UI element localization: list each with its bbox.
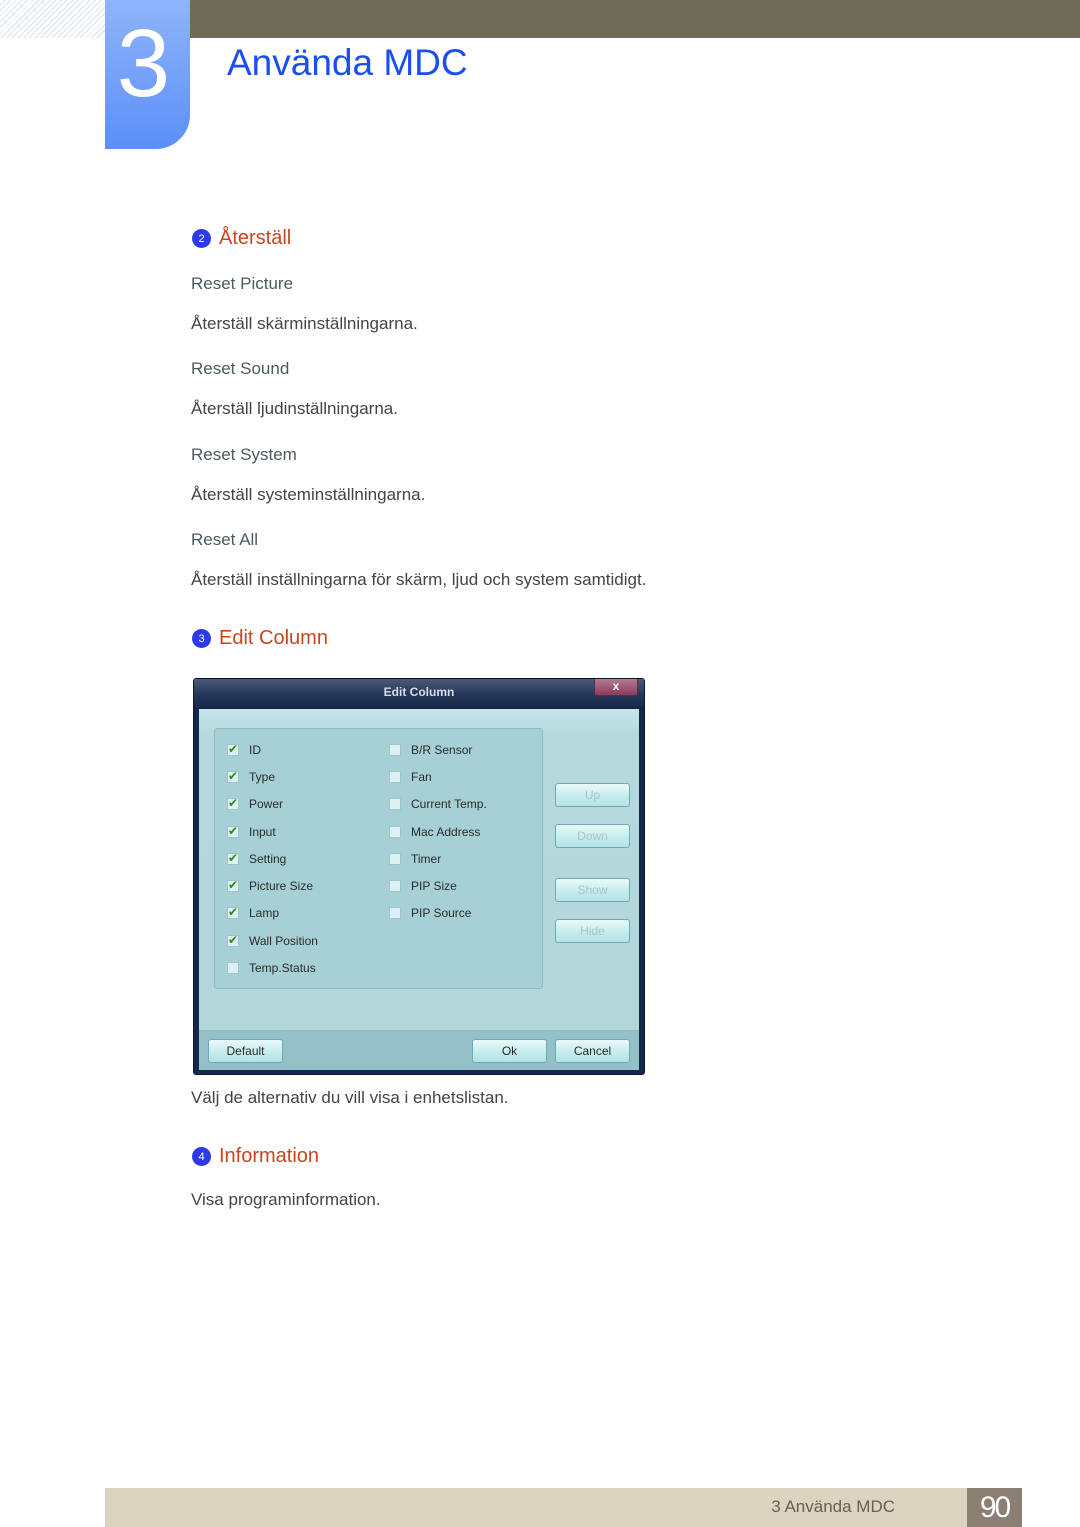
section-heading-edit-column: 3 Edit Column bbox=[192, 627, 328, 650]
column-checklist-panel: ID Type Power Input Setting Picture Size bbox=[214, 728, 543, 989]
section-title: Edit Column bbox=[219, 627, 328, 649]
checkbox-unchecked-icon bbox=[389, 853, 401, 865]
checkbox-br-sensor[interactable]: B/R Sensor bbox=[389, 742, 472, 758]
checkbox-unchecked-icon bbox=[389, 744, 401, 756]
close-icon: x bbox=[612, 679, 620, 693]
checkbox-type[interactable]: Type bbox=[227, 769, 275, 785]
edit-column-caption: Välj de alternativ du vill visa i enhets… bbox=[191, 1088, 509, 1107]
header-bar bbox=[190, 0, 1080, 38]
cancel-button[interactable]: Cancel bbox=[555, 1039, 630, 1063]
chapter-tab: 3 bbox=[105, 0, 190, 149]
checkbox-lamp[interactable]: Lamp bbox=[227, 905, 279, 921]
checkbox-setting[interactable]: Setting bbox=[227, 851, 286, 867]
footer-chapter-label: 3 Använda MDC bbox=[771, 1497, 895, 1516]
checkbox-unchecked-icon bbox=[389, 880, 401, 892]
checkbox-power[interactable]: Power bbox=[227, 796, 283, 812]
subheading-reset-sound: Reset Sound bbox=[191, 359, 290, 378]
checkbox-picture-size[interactable]: Picture Size bbox=[227, 878, 313, 894]
checkbox-id[interactable]: ID bbox=[227, 742, 261, 758]
section-title: Information bbox=[219, 1145, 320, 1167]
checkbox-wall-position[interactable]: Wall Position bbox=[227, 933, 318, 949]
header-hatch-decoration bbox=[0, 0, 105, 38]
checkbox-checked-icon bbox=[227, 851, 239, 865]
checkbox-label: Timer bbox=[411, 852, 442, 866]
close-button[interactable]: x bbox=[594, 679, 638, 696]
description-reset-picture: Återställ skärminställningarna. bbox=[191, 314, 418, 333]
checkbox-current-temp[interactable]: Current Temp. bbox=[389, 796, 487, 812]
chapter-number: 3 bbox=[116, 10, 171, 117]
checkbox-label: Wall Position bbox=[249, 934, 318, 948]
checkbox-pip-source[interactable]: PIP Source bbox=[389, 905, 471, 921]
checkbox-label: Input bbox=[249, 825, 276, 839]
checkbox-input[interactable]: Input bbox=[227, 824, 276, 840]
hide-button[interactable]: Hide bbox=[555, 919, 630, 943]
checkbox-checked-icon bbox=[227, 905, 239, 919]
dialog-footer: Default Ok Cancel bbox=[199, 1030, 639, 1070]
ok-button[interactable]: Ok bbox=[472, 1039, 547, 1063]
show-button[interactable]: Show bbox=[555, 878, 630, 902]
default-button[interactable]: Default bbox=[208, 1039, 283, 1063]
description-reset-all: Återställ inställningarna för skärm, lju… bbox=[191, 570, 647, 589]
step-number-badge: 3 bbox=[192, 629, 211, 648]
description-reset-sound: Återställ ljudinställningarna. bbox=[191, 399, 398, 418]
step-number-badge: 2 bbox=[192, 229, 211, 248]
checkbox-label: Setting bbox=[249, 852, 287, 866]
checkbox-label: Picture Size bbox=[249, 879, 314, 893]
checkbox-checked-icon bbox=[227, 742, 239, 756]
subheading-reset-picture: Reset Picture bbox=[191, 274, 294, 293]
checkbox-unchecked-icon bbox=[227, 962, 239, 974]
up-button[interactable]: Up bbox=[555, 783, 630, 807]
checkbox-timer[interactable]: Timer bbox=[389, 851, 441, 867]
description-reset-system: Återställ systeminställningarna. bbox=[191, 485, 426, 504]
checkbox-label: Power bbox=[249, 797, 284, 811]
checkbox-unchecked-icon bbox=[389, 826, 401, 838]
checkbox-temp-status[interactable]: Temp.Status bbox=[227, 960, 316, 976]
dialog-body: ID Type Power Input Setting Picture Size bbox=[199, 709, 639, 1070]
checkbox-label: Fan bbox=[411, 770, 432, 784]
page-number: 90 bbox=[967, 1488, 1022, 1527]
checkbox-fan[interactable]: Fan bbox=[389, 769, 432, 785]
checkbox-label: B/R Sensor bbox=[411, 743, 473, 757]
dialog-title: Edit Column bbox=[383, 685, 455, 699]
checkbox-label: Current Temp. bbox=[411, 797, 487, 811]
information-description: Visa programinformation. bbox=[191, 1190, 381, 1209]
checkbox-checked-icon bbox=[227, 878, 239, 892]
edit-column-dialog: Edit Column x ID Type Power Input bbox=[193, 678, 645, 1075]
checkbox-checked-icon bbox=[227, 933, 239, 947]
checkbox-label: Lamp bbox=[249, 906, 280, 920]
section-heading-reset: 2 Återställ bbox=[192, 227, 291, 250]
dialog-titlebar: Edit Column x bbox=[194, 679, 644, 707]
subheading-reset-system: Reset System bbox=[191, 445, 297, 464]
down-button[interactable]: Down bbox=[555, 824, 630, 848]
checkbox-pip-size[interactable]: PIP Size bbox=[389, 878, 457, 894]
checkbox-unchecked-icon bbox=[389, 798, 401, 810]
checkbox-unchecked-icon bbox=[389, 907, 401, 919]
chapter-title: Använda MDC bbox=[227, 42, 468, 83]
checkbox-label: Mac Address bbox=[411, 825, 481, 839]
checkbox-label: ID bbox=[249, 743, 261, 757]
checkbox-checked-icon bbox=[227, 824, 239, 838]
checkbox-checked-icon bbox=[227, 796, 239, 810]
checkbox-label: Type bbox=[249, 770, 276, 784]
checkbox-mac-address[interactable]: Mac Address bbox=[389, 824, 480, 840]
section-title: Återställ bbox=[219, 227, 292, 249]
checkbox-unchecked-icon bbox=[389, 771, 401, 783]
section-heading-information: 4 Information bbox=[192, 1145, 319, 1168]
page-footer: 3 Använda MDC 90 bbox=[105, 1488, 1022, 1527]
step-number-badge: 4 bbox=[192, 1147, 211, 1166]
checkbox-label: PIP Size bbox=[411, 879, 457, 893]
checkbox-label: Temp.Status bbox=[249, 961, 316, 975]
checkbox-checked-icon bbox=[227, 769, 239, 783]
checkbox-label: PIP Source bbox=[411, 906, 472, 920]
subheading-reset-all: Reset All bbox=[191, 530, 259, 549]
